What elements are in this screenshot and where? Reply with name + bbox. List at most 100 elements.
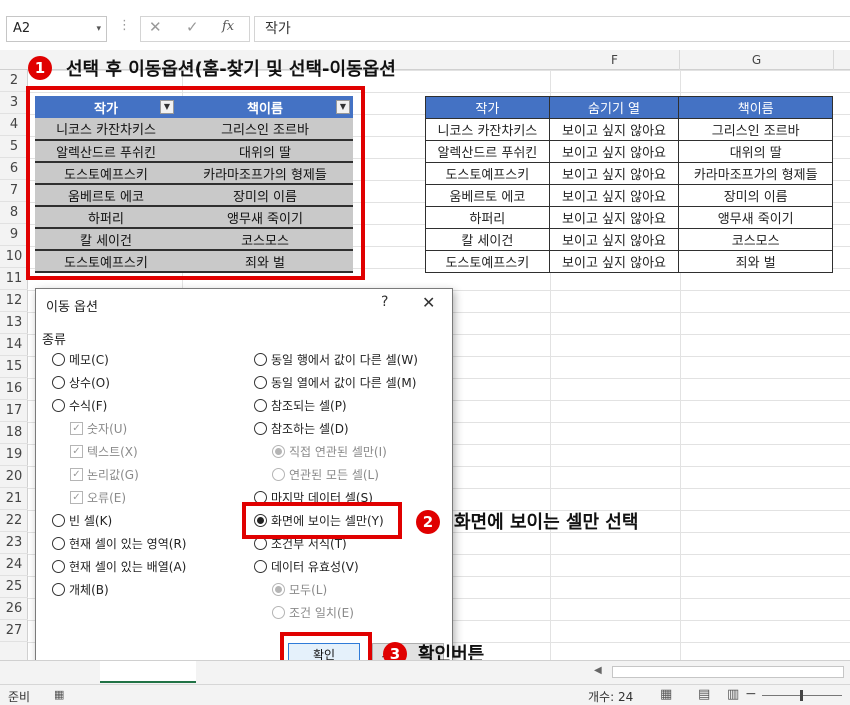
row-header-cell[interactable]: 6 <box>0 158 28 180</box>
table-cell[interactable]: 니코스 카잔차키스 <box>425 118 550 141</box>
row-header-cell[interactable]: 25 <box>0 576 28 598</box>
radio-icon[interactable] <box>52 559 65 573</box>
row-header-cell[interactable]: 27 <box>0 620 28 642</box>
radio-icon[interactable] <box>52 375 65 389</box>
radio-icon[interactable] <box>254 559 267 573</box>
option-right_options-2[interactable]: 참조되는 셀(P) <box>254 395 347 415</box>
row-header-cell[interactable]: 9 <box>0 224 28 246</box>
option-right_options-0[interactable]: 동일 행에서 값이 다른 셀(W) <box>254 349 418 369</box>
option-right_options-1[interactable]: 동일 열에서 값이 다른 셀(M) <box>254 372 416 392</box>
table-cell[interactable]: 카라마조프가의 형제들 <box>678 162 833 185</box>
table-cell[interactable]: 보이고 싶지 않아요 <box>548 206 680 229</box>
radio-icon[interactable] <box>52 582 65 596</box>
sheet-tab[interactable] <box>100 661 196 683</box>
chevron-down-icon[interactable]: ▾ <box>96 17 101 41</box>
page-break-preview-icon[interactable]: ▥ <box>727 687 739 702</box>
row-header-cell[interactable]: 17 <box>0 400 28 422</box>
result-header-author[interactable]: 작가 <box>425 96 550 119</box>
row-header-cell[interactable]: 21 <box>0 488 28 510</box>
row-header-cell[interactable]: 2 <box>0 70 28 92</box>
table-cell[interactable]: 도스토예프스키 <box>425 162 550 185</box>
row-header-cell[interactable]: 22 <box>0 510 28 532</box>
group-label-type: 종류 <box>42 333 66 348</box>
macro-record-icon[interactable]: ▦ <box>54 688 64 701</box>
option-right_options-9[interactable]: 데이터 유효성(V) <box>254 556 359 576</box>
name-box[interactable]: A2 ▾ <box>6 16 107 42</box>
horizontal-scrollbar[interactable] <box>612 666 844 678</box>
table-cell[interactable]: 코스모스 <box>678 228 833 251</box>
table-cell[interactable]: 칼 세이건 <box>425 228 550 251</box>
table-cell[interactable]: 알렉산드르 푸쉬킨 <box>425 140 550 163</box>
cancel-icon[interactable]: ✕ <box>149 18 162 36</box>
option-left_options-7[interactable]: 빈 셀(K) <box>52 510 112 530</box>
sheet-tab-bar: ◀ <box>0 660 850 684</box>
column-header-f[interactable]: F <box>550 50 680 70</box>
row-header-cell[interactable]: 16 <box>0 378 28 400</box>
row-header-cell[interactable]: 8 <box>0 202 28 224</box>
column-header-g[interactable]: G <box>680 50 834 70</box>
row-header-cell[interactable]: 15 <box>0 356 28 378</box>
result-header-title[interactable]: 책이름 <box>678 96 833 119</box>
table-cell[interactable]: 보이고 싶지 않아요 <box>548 184 680 207</box>
row-header-cell[interactable]: 20 <box>0 466 28 488</box>
table-cell[interactable]: 보이고 싶지 않아요 <box>548 140 680 163</box>
row-header-cell[interactable]: 12 <box>0 290 28 312</box>
option-left_options-2[interactable]: 수식(F) <box>52 395 107 415</box>
radio-icon[interactable] <box>254 352 267 366</box>
row-header-cell[interactable]: 10 <box>0 246 28 268</box>
row-header-cell[interactable]: 13 <box>0 312 28 334</box>
result-table[interactable]: 작가 숨기기 열 책이름 니코스 카잔차키스 보이고 싶지 않아요 그리스인 조르바… <box>425 96 833 273</box>
insert-function-icon[interactable]: fx <box>222 19 234 34</box>
formula-input[interactable]: 작가 <box>254 16 850 42</box>
option-left_options-10[interactable]: 개체(B) <box>52 579 109 599</box>
table-cell[interactable]: 죄와 벌 <box>678 250 833 273</box>
table-cell[interactable]: 하퍼리 <box>425 206 550 229</box>
row-header-cell[interactable]: 5 <box>0 136 28 158</box>
normal-view-icon[interactable]: ▦ <box>660 687 672 702</box>
table-cell[interactable]: 보이고 싶지 않아요 <box>548 228 680 251</box>
more-options-icon[interactable]: ⋮ <box>118 18 131 33</box>
radio-icon[interactable] <box>52 398 65 412</box>
radio-icon[interactable] <box>52 352 65 366</box>
option-left_options-1[interactable]: 상수(O) <box>52 372 110 392</box>
option-label: 현재 셀이 있는 영역(R) <box>69 536 187 551</box>
row-header-cell[interactable]: 3 <box>0 92 28 114</box>
close-icon[interactable]: ✕ <box>422 293 435 312</box>
row-header-cell[interactable]: 23 <box>0 532 28 554</box>
row-header-cell[interactable]: 26 <box>0 598 28 620</box>
option-right_options-3[interactable]: 참조하는 셀(D) <box>254 418 349 438</box>
help-icon[interactable]: ? <box>381 294 388 310</box>
enter-icon[interactable]: ✓ <box>186 18 199 36</box>
table-cell[interactable]: 장미의 이름 <box>678 184 833 207</box>
table-cell[interactable]: 앵무새 죽이기 <box>678 206 833 229</box>
row-header-cell[interactable]: 4 <box>0 114 28 136</box>
row-header-cell[interactable]: 7 <box>0 180 28 202</box>
option-left_options-0[interactable]: 메모(C) <box>52 349 109 369</box>
radio-icon[interactable] <box>254 421 267 435</box>
row-header-cell[interactable]: 18 <box>0 422 28 444</box>
table-cell[interactable]: 보이고 싶지 않아요 <box>548 250 680 273</box>
table-cell[interactable]: 보이고 싶지 않아요 <box>548 118 680 141</box>
radio-icon[interactable] <box>52 536 65 550</box>
scroll-left-icon[interactable]: ◀ <box>594 665 602 676</box>
zoom-slider-thumb[interactable] <box>800 690 803 701</box>
zoom-out-icon[interactable]: − <box>745 686 757 702</box>
radio-icon[interactable] <box>254 398 267 412</box>
table-cell[interactable]: 그리스인 조르바 <box>678 118 833 141</box>
row-header-cell[interactable]: 14 <box>0 334 28 356</box>
option-left_options-8[interactable]: 현재 셀이 있는 영역(R) <box>52 533 186 553</box>
row-header-cell[interactable]: 11 <box>0 268 28 290</box>
row-header-cell[interactable]: 24 <box>0 554 28 576</box>
option-left_options-9[interactable]: 현재 셀이 있는 배열(A) <box>52 556 186 576</box>
page-layout-icon[interactable]: ▤ <box>698 687 710 702</box>
table-cell[interactable]: 움베르토 에코 <box>425 184 550 207</box>
row-header-cell[interactable]: 19 <box>0 444 28 466</box>
table-cell[interactable]: 도스토예프스키 <box>425 250 550 273</box>
radio-icon[interactable] <box>52 513 65 527</box>
table-cell[interactable]: 보이고 싶지 않아요 <box>548 162 680 185</box>
dialog-title: 이동 옵션 <box>46 300 98 315</box>
result-header-hidden[interactable]: 숨기기 열 <box>548 96 680 119</box>
table-cell[interactable]: 대위의 딸 <box>678 140 833 163</box>
radio-icon <box>272 582 285 596</box>
radio-icon[interactable] <box>254 375 267 389</box>
